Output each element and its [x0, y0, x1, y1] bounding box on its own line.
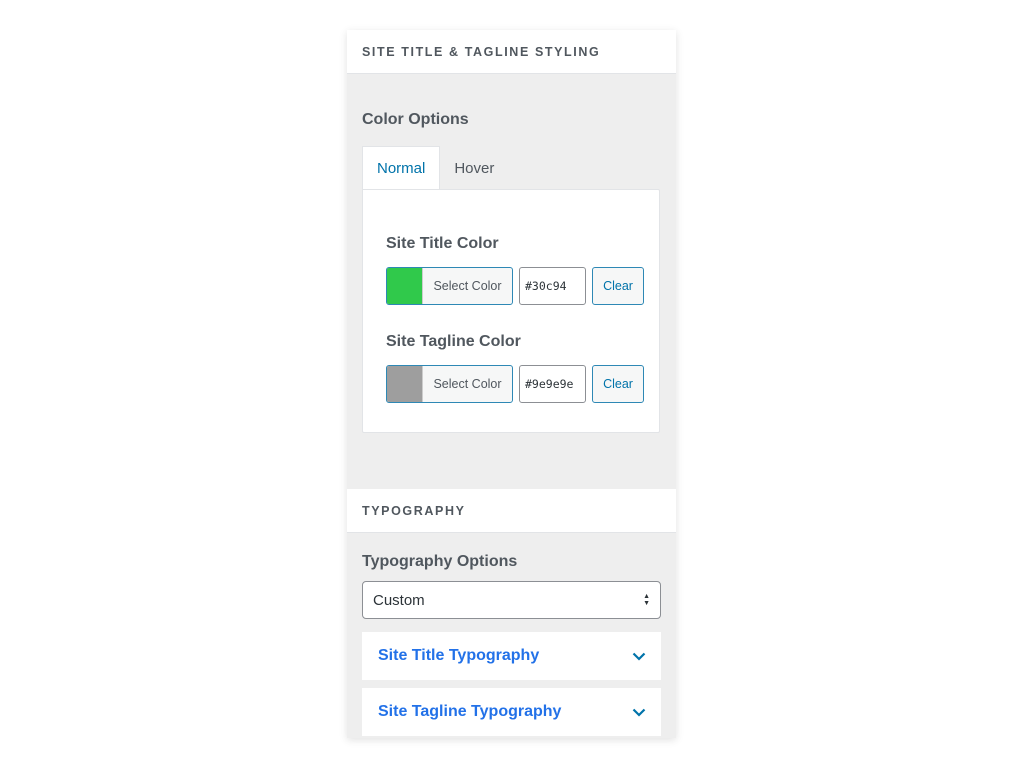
section-heading: TYPOGRAPHY: [362, 503, 466, 518]
tab-normal[interactable]: Normal: [362, 146, 441, 190]
site-title-color-control: Select Color Clear: [386, 267, 644, 305]
site-title-select-color-button[interactable]: Select Color: [386, 267, 513, 305]
accordion-site-title-typography[interactable]: Site Title Typography: [362, 632, 661, 680]
accordion-label: Site Title Typography: [378, 647, 540, 664]
accordion-label: Site Tagline Typography: [378, 703, 562, 720]
site-title-color-label: Site Title Color: [386, 235, 499, 252]
site-tagline-color-control: Select Color Clear: [386, 365, 644, 403]
section-header-site-title-tagline: SITE TITLE & TAGLINE STYLING: [347, 30, 676, 74]
site-tagline-select-color-button[interactable]: Select Color: [386, 365, 513, 403]
tab-hover[interactable]: Hover: [440, 146, 508, 190]
section-header-typography: TYPOGRAPHY: [347, 489, 676, 533]
color-tabs: Normal Hover: [362, 146, 508, 190]
select-color-label: Select Color: [422, 268, 512, 304]
select-value: Custom: [373, 591, 425, 609]
site-tagline-clear-button[interactable]: Clear: [592, 365, 644, 403]
site-tagline-color-label: Site Tagline Color: [386, 333, 521, 350]
color-swatch: [387, 366, 422, 402]
tab-panel-normal: Site Title Color Select Color Clear Site…: [362, 189, 660, 433]
section-heading: SITE TITLE & TAGLINE STYLING: [362, 44, 601, 59]
customizer-panel: SITE TITLE & TAGLINE STYLING Color Optio…: [347, 30, 676, 738]
site-title-hex-input[interactable]: [519, 267, 586, 305]
accordion-site-tagline-typography[interactable]: Site Tagline Typography: [362, 688, 661, 736]
site-tagline-hex-input[interactable]: [519, 365, 586, 403]
select-color-label: Select Color: [422, 366, 512, 402]
typography-options-select[interactable]: Custom ▲ ▼: [362, 581, 661, 619]
color-swatch: [387, 268, 422, 304]
select-arrows-icon: ▲ ▼: [643, 593, 650, 607]
color-options-title: Color Options: [362, 111, 469, 128]
site-title-clear-button[interactable]: Clear: [592, 267, 644, 305]
typography-options-title: Typography Options: [362, 553, 518, 570]
chevron-down-icon: [632, 652, 646, 661]
chevron-down-icon: [632, 708, 646, 717]
